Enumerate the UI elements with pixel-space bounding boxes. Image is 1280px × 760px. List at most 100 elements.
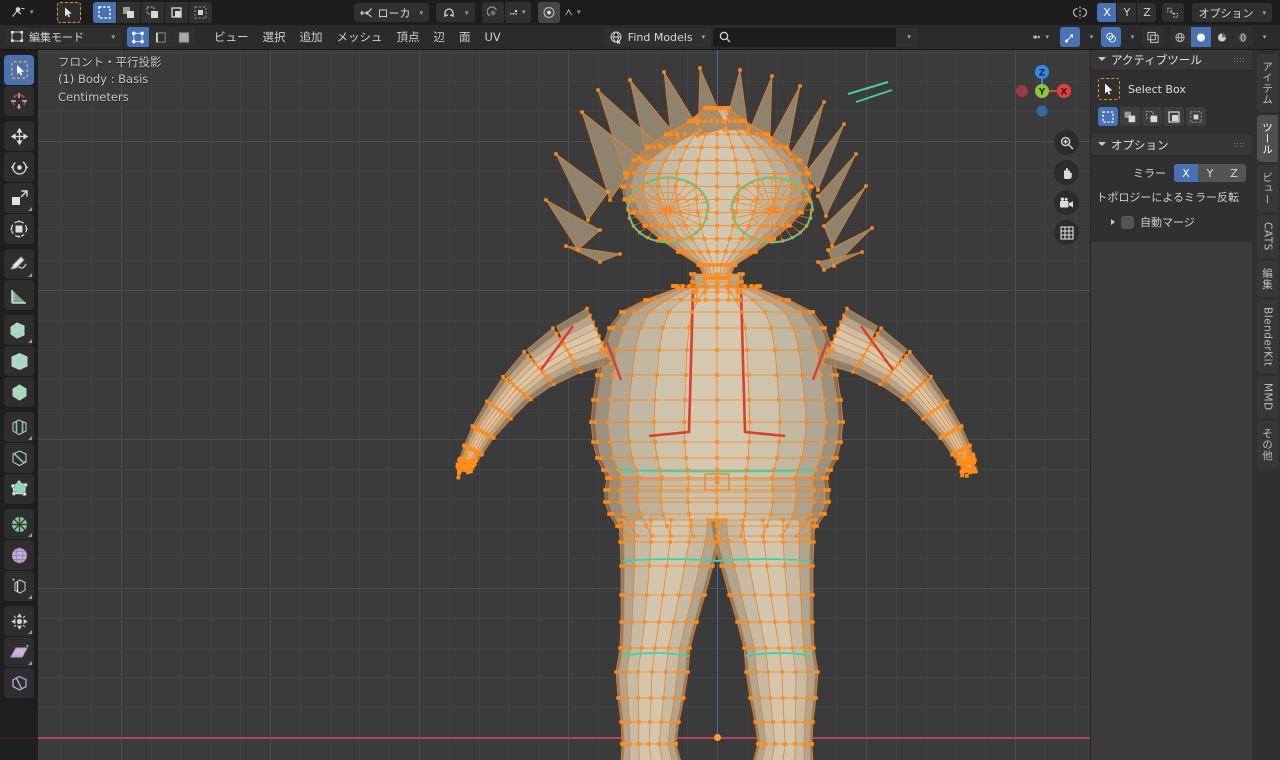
snap-toggle[interactable]: ▾	[436, 3, 475, 22]
overlays-icon[interactable]	[1101, 27, 1121, 47]
bevel-tool[interactable]	[4, 377, 34, 407]
sidebar-tab-cats[interactable]: CATS	[1257, 215, 1278, 258]
camera-icon[interactable]	[1054, 190, 1079, 215]
ortho-grid-icon[interactable]	[1054, 220, 1079, 245]
select-box-extend-icon[interactable]	[117, 2, 140, 23]
mirror-axis-z[interactable]: Z	[1137, 3, 1156, 22]
edge-slide-tool[interactable]	[4, 571, 34, 601]
extend-select-mode[interactable]	[1120, 107, 1140, 126]
falloff-icon[interactable]: ▾	[560, 2, 586, 23]
pan-icon[interactable]	[1054, 160, 1079, 185]
cursor-icon[interactable]	[57, 2, 81, 23]
select-box-icon[interactable]	[93, 2, 116, 23]
edge-select-mode[interactable]	[150, 27, 172, 47]
mirror-x-button[interactable]: X	[1174, 164, 1198, 182]
mode-selector[interactable]: 編集モード ▾	[5, 28, 121, 47]
wireframe-shading[interactable]	[1170, 27, 1190, 47]
menu-vertex[interactable]: 頂点	[390, 28, 427, 47]
select-box-intersect-icon[interactable]	[189, 2, 212, 23]
chevron-down-icon[interactable]	[1098, 57, 1106, 64]
face-select-mode[interactable]	[173, 27, 195, 47]
active-tool-row[interactable]: Select Box	[1098, 78, 1245, 100]
select-mode-group[interactable]	[127, 27, 195, 47]
gizmo-dropdown[interactable]: ▾	[1080, 28, 1099, 47]
find-models-group[interactable]: Find Models ▾ ▾	[604, 28, 918, 47]
panel-grip[interactable]	[1233, 57, 1245, 64]
measure-tool[interactable]	[4, 280, 34, 310]
shading-mode-group[interactable]	[1170, 27, 1253, 47]
character-mesh[interactable]	[0, 50, 1280, 760]
mirror-z-button[interactable]: Z	[1222, 164, 1246, 182]
solid-shading[interactable]	[1191, 27, 1211, 47]
mirror-axis-y[interactable]: Y	[1117, 3, 1136, 22]
tweak-tool-button[interactable]	[57, 2, 81, 23]
shading-dropdown[interactable]: ▾	[1253, 28, 1272, 47]
rotate-tool[interactable]	[4, 152, 34, 182]
chevron-down-icon[interactable]	[1098, 142, 1106, 149]
rendered-shading[interactable]	[1233, 27, 1253, 47]
sidebar-tab-other[interactable]: その他	[1257, 421, 1278, 468]
proportional-editing-toggle[interactable]	[538, 2, 560, 23]
select-mode-tools[interactable]	[93, 2, 212, 23]
shear-tool[interactable]	[4, 637, 34, 667]
overlays-dropdown[interactable]: ▾	[1121, 28, 1140, 47]
spin-tool[interactable]	[4, 509, 34, 539]
editor-type-icon[interactable]: ▾	[6, 3, 39, 22]
sidebar-tab-mmd[interactable]: MMD	[1257, 376, 1278, 418]
select-box-tool[interactable]	[4, 55, 34, 85]
proportional-icon[interactable]	[482, 2, 504, 23]
poly-build-tool[interactable]	[4, 474, 34, 504]
panel-grip[interactable]	[1233, 142, 1245, 149]
search-dropdown-icon[interactable]: ▾	[896, 28, 918, 47]
options-panel-header[interactable]: オプション	[1091, 135, 1252, 156]
zoom-icon[interactable]	[1054, 130, 1079, 155]
smooth-tool[interactable]	[4, 540, 34, 570]
mirror-icon[interactable]	[1067, 3, 1093, 22]
sidebar-tab-view[interactable]: ビュー	[1257, 165, 1278, 212]
menu-face[interactable]: 面	[452, 28, 478, 47]
menu-view[interactable]: ビュー	[207, 28, 256, 47]
uv-mirror-icon[interactable]	[1162, 3, 1184, 22]
options-dropdown[interactable]: オプション ▾	[1192, 3, 1272, 22]
3d-viewport[interactable]: フロント・平行投影 (1) Body : Basis Centimeters Z…	[0, 50, 1280, 760]
knife-tool[interactable]	[4, 443, 34, 473]
sidebar-tabs[interactable]: アイテム ツール ビュー CATS 編集 BlenderKit MMD その他	[1252, 50, 1280, 760]
snap-group[interactable]: ▾	[436, 3, 475, 22]
search-input[interactable]: ▾	[713, 28, 918, 47]
invert-select-mode[interactable]	[1164, 107, 1184, 126]
select-box-subtract-icon[interactable]	[141, 2, 164, 23]
chevron-right-icon[interactable]	[1111, 219, 1115, 225]
menu-mesh[interactable]: メッシュ	[330, 28, 390, 47]
sidebar-tab-edit[interactable]: 編集	[1257, 261, 1278, 297]
intersect-select-mode[interactable]	[1186, 107, 1206, 126]
loop-cut-tool[interactable]	[4, 412, 34, 442]
rip-region-tool[interactable]	[4, 668, 34, 698]
set-select-mode[interactable]	[1098, 107, 1118, 126]
snap-target-icon[interactable]: ▾	[505, 2, 531, 23]
mirror-axis-buttons[interactable]: X Y Z	[1174, 164, 1246, 182]
move-tool[interactable]	[4, 121, 34, 151]
transform-orientation-combo[interactable]: ローカ ▾	[354, 3, 430, 22]
sidebar-panel[interactable]: アクティブツール Select Box オプション ミラー X Y Z トポロジ…	[1090, 50, 1252, 760]
extrude-region-tool[interactable]	[4, 315, 34, 345]
find-models-select[interactable]: Find Models ▾	[604, 28, 711, 47]
active-tool-panel-header[interactable]: アクティブツール	[1091, 50, 1252, 71]
gizmo-icon[interactable]	[1060, 27, 1080, 47]
transform-orientation-select[interactable]: ローカ ▾	[354, 3, 430, 22]
menu-select[interactable]: 選択	[256, 28, 293, 47]
subtract-select-mode[interactable]	[1142, 107, 1162, 126]
vertex-select-mode[interactable]	[127, 27, 149, 47]
cursor-tool[interactable]	[4, 86, 34, 116]
select-box-invert-icon[interactable]	[165, 2, 188, 23]
mirror-axis-x[interactable]: X	[1097, 3, 1116, 22]
transform-tool[interactable]	[4, 214, 34, 244]
menu-uv[interactable]: UV	[478, 28, 508, 47]
shrink-fatten-tool[interactable]	[4, 606, 34, 636]
mirror-y-button[interactable]: Y	[1198, 164, 1222, 182]
editor-type-selector[interactable]: ▾	[6, 3, 39, 22]
menu-add[interactable]: 追加	[293, 28, 330, 47]
sidebar-tab-item[interactable]: アイテム	[1257, 54, 1278, 112]
visibility-icon[interactable]: ▾	[1028, 28, 1054, 47]
xray-icon[interactable]	[1142, 27, 1164, 47]
material-shading[interactable]	[1212, 27, 1232, 47]
